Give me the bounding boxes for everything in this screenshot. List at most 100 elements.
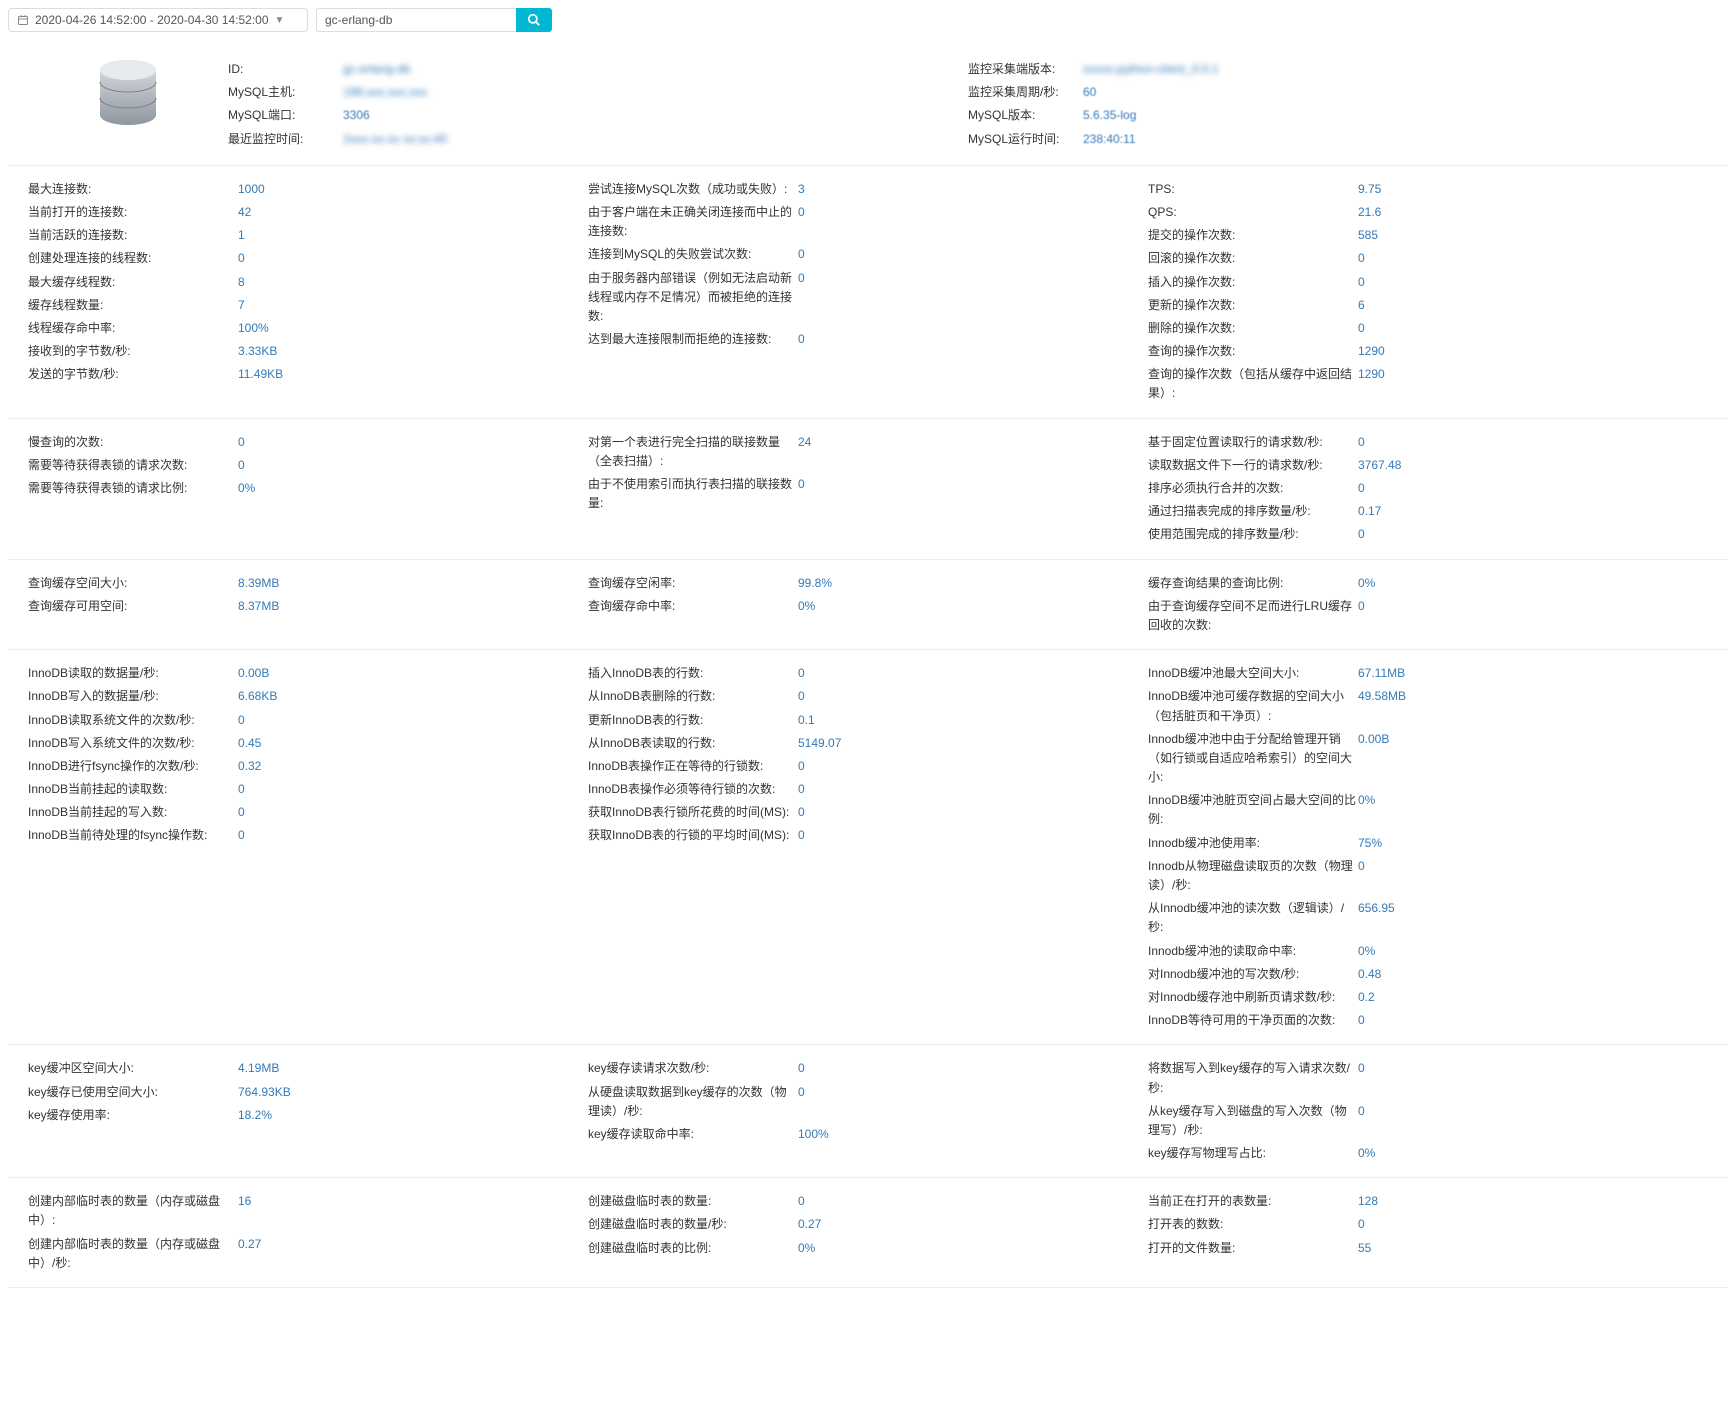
metric-value: 1290	[1358, 365, 1385, 384]
metric-label: 由于不使用索引而执行表扫描的联接数量:	[588, 475, 798, 513]
metric-label: InnoDB表操作正在等待的行锁数:	[588, 757, 798, 776]
metric-label: TPS:	[1148, 180, 1358, 199]
metric-row: 更新InnoDB表的行数:0.1	[588, 709, 1128, 732]
metric-value: 0	[1358, 1215, 1365, 1234]
metrics-column: 查询缓存空闲率:99.8%查询缓存命中率:0%	[588, 572, 1148, 638]
metric-row: InnoDB进行fsync操作的次数/秒:0.32	[28, 755, 568, 778]
metric-row: 连接到MySQL的失败尝试次数:0	[588, 243, 1128, 266]
metric-label: key缓存写物理写占比:	[1148, 1144, 1358, 1163]
metric-value: 0	[1358, 525, 1365, 544]
metric-value: 8	[238, 273, 245, 292]
metric-label: 尝试连接MySQL次数（成功或失败）:	[588, 180, 798, 199]
metric-value: 75%	[1358, 834, 1382, 853]
metric-label: 创建内部临时表的数量（内存或磁盘中）/秒:	[28, 1235, 238, 1273]
metric-value: 0	[1358, 1059, 1365, 1078]
metric-row: 从InnoDB表读取的行数:5149.07	[588, 732, 1128, 755]
metric-label: 创建内部临时表的数量（内存或磁盘中）:	[28, 1192, 238, 1230]
metric-value: 6.68KB	[238, 687, 277, 706]
metric-value: 0	[798, 826, 805, 845]
metrics-section: 创建内部临时表的数量（内存或磁盘中）:16创建内部临时表的数量（内存或磁盘中）/…	[8, 1178, 1728, 1288]
metric-label: 对Innodb缓存池中刷新页请求数/秒:	[1148, 988, 1358, 1007]
metric-label: 从硬盘读取数据到key缓存的次数（物理读）/秒:	[588, 1083, 798, 1121]
metric-row: 当前活跃的连接数:1	[28, 224, 568, 247]
metrics-column: 插入InnoDB表的行数:0从InnoDB表删除的行数:0更新InnoDB表的行…	[588, 662, 1148, 1032]
metric-label: InnoDB当前挂起的写入数:	[28, 803, 238, 822]
metric-value: 0%	[1358, 574, 1375, 593]
metrics-column: InnoDB缓冲池最大空间大小:67.11MBInnoDB缓冲池可缓存数据的空间…	[1148, 662, 1708, 1032]
metric-label: 打开表的数数:	[1148, 1215, 1358, 1234]
metric-row: 查询的操作次数:1290	[1148, 340, 1688, 363]
metric-value: 0	[798, 687, 805, 706]
metric-row: 由于客户端在未正确关闭连接而中止的连接数:0	[588, 201, 1128, 243]
metric-value: 0	[1358, 249, 1365, 268]
metric-row: 查询缓存空闲率:99.8%	[588, 572, 1128, 595]
metric-row: 需要等待获得表锁的请求比例:0%	[28, 477, 568, 500]
metric-label: 最大连接数:	[28, 180, 238, 199]
metric-row: 创建磁盘临时表的数量/秒:0.27	[588, 1213, 1128, 1236]
metric-row: 创建磁盘临时表的数量:0	[588, 1190, 1128, 1213]
metric-row: InnoDB读取的数据量/秒:0.00B	[28, 662, 568, 685]
meta-label: 监控采集端版本:	[968, 60, 1083, 79]
metric-row: key缓存使用率:18.2%	[28, 1104, 568, 1127]
metrics-column: 查询缓存空间大小:8.39MB查询缓存可用空间:8.37MB	[28, 572, 588, 638]
caret-down-icon: ▼	[275, 15, 285, 26]
meta-row: MySQL运行时间:238:40:11	[968, 128, 1708, 151]
metric-value: 0.27	[238, 1235, 261, 1254]
metric-label: QPS:	[1148, 203, 1358, 222]
search-input[interactable]	[316, 8, 516, 32]
metric-value: 0	[798, 1192, 805, 1211]
metric-row: InnoDB等待可用的干净页面的次数:0	[1148, 1009, 1688, 1032]
date-range-picker[interactable]: 2020-04-26 14:52:00 - 2020-04-30 14:52:0…	[8, 8, 308, 32]
metric-value: 0	[238, 711, 245, 730]
search-button[interactable]	[516, 8, 552, 32]
metric-row: 由于不使用索引而执行表扫描的联接数量:0	[588, 473, 1128, 515]
metrics-column: 对第一个表进行完全扫描的联接数量（全表扫描）:24由于不使用索引而执行表扫描的联…	[588, 431, 1148, 547]
metric-value: 49.58MB	[1358, 687, 1406, 706]
meta-col-left: ID:gc-erlang-dbMySQL主机:198.xxx.xxx.xxxMy…	[228, 58, 968, 151]
metric-value: 0.32	[238, 757, 261, 776]
metric-row: 缓存查询结果的查询比例:0%	[1148, 572, 1688, 595]
metric-label: 创建磁盘临时表的数量:	[588, 1192, 798, 1211]
metric-value: 0	[238, 803, 245, 822]
metric-label: 将数据写入到key缓存的写入请求次数/秒:	[1148, 1059, 1358, 1097]
metric-row: 打开表的数数:0	[1148, 1213, 1688, 1236]
metric-value: 7	[238, 296, 245, 315]
metric-value: 0	[1358, 857, 1365, 876]
meta-value: 2xxx-xx-xx xx:xx:40	[343, 130, 447, 149]
metric-value: 0	[798, 269, 805, 288]
metric-row: 读取数据文件下一行的请求数/秒:3767.48	[1148, 454, 1688, 477]
metric-value: 16	[238, 1192, 251, 1211]
metric-value: 67.11MB	[1358, 664, 1405, 683]
metric-value: 99.8%	[798, 574, 832, 593]
metric-label: Innodb缓冲池中由于分配给管理开销（如行锁或自适应哈希索引）的空间大小:	[1148, 730, 1358, 788]
metric-row: 创建内部临时表的数量（内存或磁盘中）:16	[28, 1190, 568, 1232]
metric-value: 0%	[238, 479, 255, 498]
metric-label: 由于客户端在未正确关闭连接而中止的连接数:	[588, 203, 798, 241]
metric-value: 0	[798, 1083, 805, 1102]
metric-label: 由于查询缓存空间不足而进行LRU缓存回收的次数:	[1148, 597, 1358, 635]
meta-row: MySQL版本:5.6.35-log	[968, 104, 1708, 127]
metrics-column: 尝试连接MySQL次数（成功或失败）:3由于客户端在未正确关闭连接而中止的连接数…	[588, 178, 1148, 406]
metric-row: 从key缓存写入到磁盘的写入次数（物理写）/秒:0	[1148, 1100, 1688, 1142]
meta-row: MySQL端口:3306	[228, 104, 968, 127]
metric-label: InnoDB进行fsync操作的次数/秒:	[28, 757, 238, 776]
metrics-column: InnoDB读取的数据量/秒:0.00BInnoDB写入的数据量/秒:6.68K…	[28, 662, 588, 1032]
metric-row: 排序必须执行合并的次数:0	[1148, 477, 1688, 500]
metric-row: 使用范围完成的排序数量/秒:0	[1148, 523, 1688, 546]
metric-row: key缓存已使用空间大小:764.93KB	[28, 1081, 568, 1104]
metric-row: Innodb从物理磁盘读取页的次数（物理读）/秒:0	[1148, 855, 1688, 897]
metric-row: 通过扫描表完成的排序数量/秒:0.17	[1148, 500, 1688, 523]
metric-row: 从InnoDB表删除的行数:0	[588, 685, 1128, 708]
metrics-column: 创建磁盘临时表的数量:0创建磁盘临时表的数量/秒:0.27创建磁盘临时表的比例:…	[588, 1190, 1148, 1275]
metric-label: 使用范围完成的排序数量/秒:	[1148, 525, 1358, 544]
metric-value: 100%	[798, 1125, 829, 1144]
metric-row: QPS:21.6	[1148, 201, 1688, 224]
metric-value: 128	[1358, 1192, 1378, 1211]
metrics-column: key缓存读请求次数/秒:0从硬盘读取数据到key缓存的次数（物理读）/秒:0k…	[588, 1057, 1148, 1165]
metric-value: 585	[1358, 226, 1378, 245]
metric-label: 创建处理连接的线程数:	[28, 249, 238, 268]
metric-label: 插入的操作次数:	[1148, 273, 1358, 292]
metric-label: 回滚的操作次数:	[1148, 249, 1358, 268]
metric-label: key缓存已使用空间大小:	[28, 1083, 238, 1102]
metric-row: InnoDB当前挂起的读取数:0	[28, 778, 568, 801]
